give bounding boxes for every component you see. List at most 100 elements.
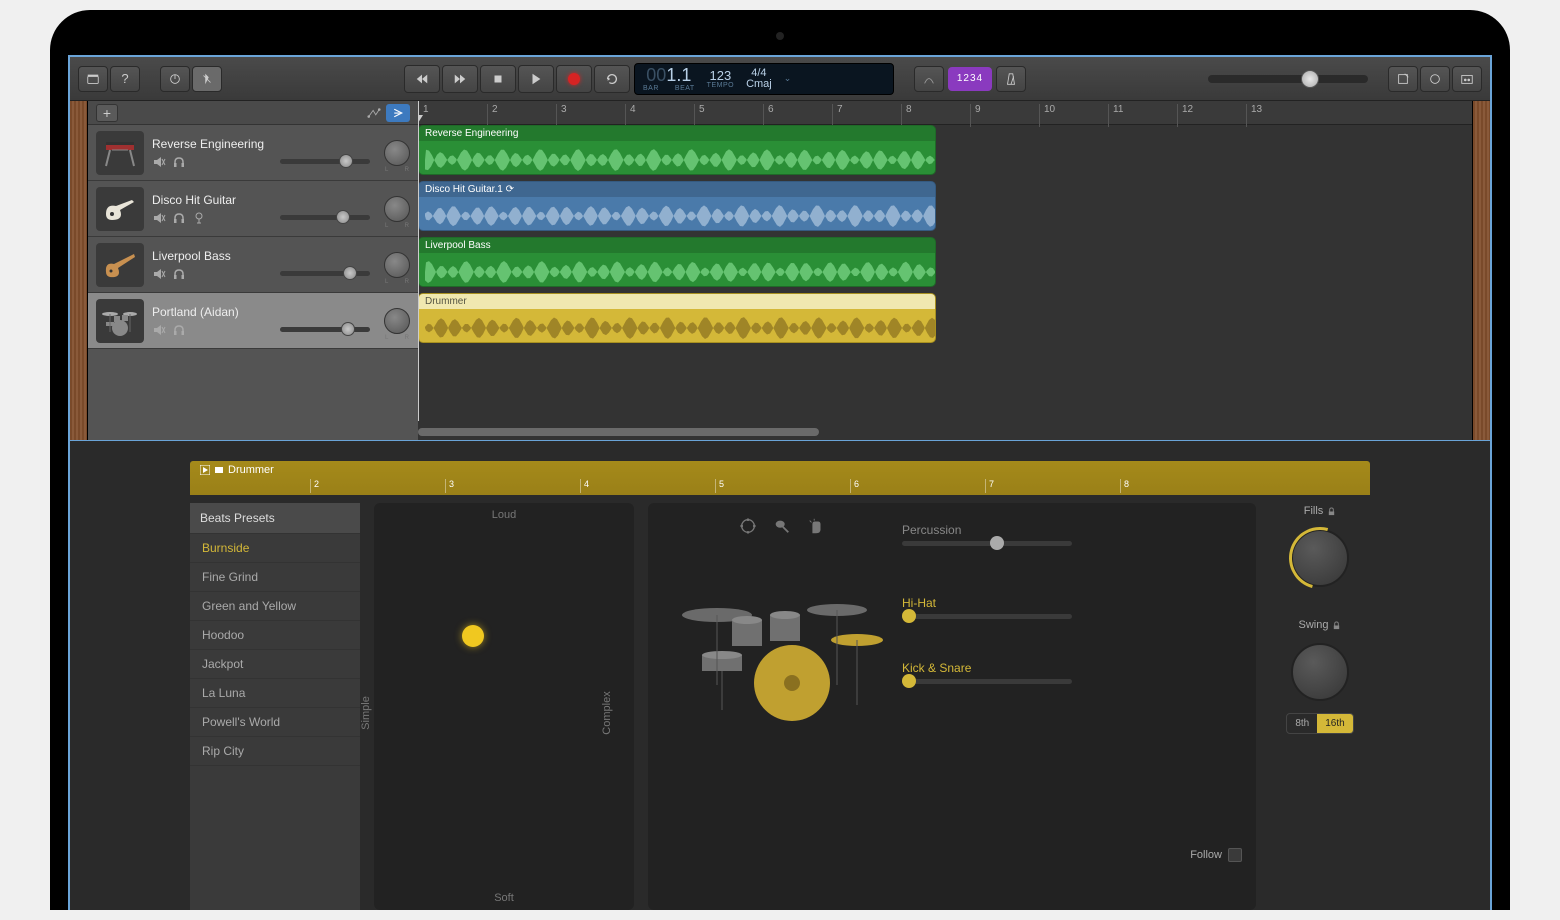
percussion-slider[interactable] [902, 541, 1072, 546]
slider-handle[interactable] [336, 210, 350, 224]
ruler-tick: 7 [832, 104, 843, 127]
track-instrument-icon[interactable] [96, 131, 144, 175]
track-volume-slider[interactable] [280, 215, 370, 220]
swing-resolution-segment[interactable]: 8th 16th [1286, 713, 1353, 734]
track-row[interactable]: Portland (Aidan)LR [88, 293, 418, 349]
ruler-tick: 10 [1039, 104, 1055, 127]
track-instrument-icon[interactable] [96, 243, 144, 287]
track-row[interactable]: Liverpool BassLR [88, 237, 418, 293]
headphones-icon[interactable] [172, 323, 186, 337]
track-instrument-icon[interactable] [96, 299, 144, 343]
drummer-ruler-tick: 4 [580, 479, 589, 493]
kicksnare-slider[interactable] [902, 679, 1072, 684]
ruler-tick: 5 [694, 104, 705, 127]
add-track-button[interactable]: + [96, 104, 118, 122]
media-browser-button[interactable] [1452, 66, 1482, 92]
preset-item[interactable]: Fine Grind [190, 563, 360, 592]
cycle-button[interactable] [594, 65, 630, 93]
record-button[interactable] [556, 65, 592, 93]
swing-knob[interactable] [1291, 643, 1349, 701]
ruler-tick: 3 [556, 104, 567, 127]
fills-knob[interactable] [1291, 529, 1349, 587]
forward-button[interactable] [442, 65, 478, 93]
preset-item[interactable]: Burnside [190, 534, 360, 563]
play-icon [200, 465, 210, 475]
region[interactable]: Liverpool Bass [418, 237, 936, 287]
region[interactable]: Disco Hit Guitar.1 ⟳ [418, 181, 936, 231]
notepad-button[interactable] [1388, 66, 1418, 92]
hihat-slider[interactable] [902, 614, 1072, 619]
slider-handle[interactable] [341, 322, 355, 336]
preset-item[interactable]: Rip City [190, 737, 360, 766]
preset-item[interactable]: La Luna [190, 679, 360, 708]
headphones-icon[interactable] [172, 155, 186, 169]
catch-playhead-icon[interactable] [386, 104, 410, 122]
mute-icon[interactable] [152, 267, 166, 281]
seg-16th[interactable]: 16th [1317, 714, 1352, 733]
handclap-icon[interactable] [807, 517, 825, 535]
seg-8th[interactable]: 8th [1287, 714, 1317, 733]
headphones-icon[interactable] [172, 211, 186, 225]
shaker-icon[interactable] [773, 517, 791, 535]
track-volume-slider[interactable] [280, 159, 370, 164]
headphones-icon[interactable] [172, 267, 186, 281]
library-button[interactable] [78, 66, 108, 92]
time-signature[interactable]: 4/4 [751, 68, 766, 79]
lcd-display[interactable]: 001.1 BARBEAT 123 TEMPO 4/4 Cmaj ⌄ [634, 63, 894, 95]
input-monitor-icon[interactable] [192, 211, 206, 225]
volume-knob[interactable] [1301, 70, 1319, 88]
playhead[interactable] [418, 101, 419, 421]
pan-knob[interactable]: LR [384, 196, 410, 222]
track-volume-slider[interactable] [280, 327, 370, 332]
key-value[interactable]: Cmaj [746, 79, 772, 90]
automation-icon[interactable] [362, 104, 386, 122]
master-volume-slider[interactable] [1208, 75, 1368, 83]
drummer-ruler[interactable]: Drummer 2345678 [190, 461, 1370, 495]
mute-icon[interactable] [152, 211, 166, 225]
horizontal-scrollbar[interactable] [418, 428, 1472, 438]
preset-item[interactable]: Jackpot [190, 650, 360, 679]
region[interactable]: Drummer [418, 293, 936, 343]
track-row[interactable]: Disco Hit GuitarLR [88, 181, 418, 237]
slider-handle[interactable] [343, 266, 357, 280]
tuner-button[interactable] [914, 66, 944, 92]
preset-item[interactable]: Powell's World [190, 708, 360, 737]
pan-knob[interactable]: LR [384, 252, 410, 278]
pan-knob[interactable]: LR [384, 308, 410, 334]
editors-button[interactable] [192, 66, 222, 92]
slider-handle[interactable] [339, 154, 353, 168]
play-button[interactable] [518, 65, 554, 93]
xy-pad[interactable]: Loud Soft Simple Complex [374, 503, 634, 910]
region[interactable]: Reverse Engineering [418, 125, 936, 175]
preset-item[interactable]: Green and Yellow [190, 592, 360, 621]
mute-icon[interactable] [152, 155, 166, 169]
timeline-ruler[interactable]: 12345678910111213 [418, 101, 1472, 125]
xy-puck[interactable] [462, 625, 484, 647]
help-button[interactable]: ? [110, 66, 140, 92]
xy-label-soft: Soft [494, 892, 514, 904]
lcd-menu-chevron-icon[interactable]: ⌄ [784, 73, 792, 84]
tambourine-icon[interactable] [739, 517, 757, 535]
preset-item[interactable]: Hoodoo [190, 621, 360, 650]
pan-knob[interactable]: LR [384, 140, 410, 166]
metronome-button[interactable] [996, 66, 1026, 92]
arrangement-area[interactable]: 12345678910111213 Reverse Engineering Dis… [418, 101, 1472, 440]
drum-kit-illustration[interactable] [662, 517, 902, 896]
slider-handle[interactable] [902, 674, 916, 688]
track-row[interactable]: Reverse EngineeringLR [88, 125, 418, 181]
track-instrument-icon[interactable] [96, 187, 144, 231]
smart-controls-button[interactable] [160, 66, 190, 92]
stop-button[interactable] [480, 65, 516, 93]
scrollbar-thumb[interactable] [418, 428, 819, 436]
track-volume-slider[interactable] [280, 271, 370, 276]
follow-checkbox[interactable] [1228, 848, 1242, 862]
tempo-value[interactable]: 123 [710, 69, 732, 82]
mute-icon[interactable] [152, 323, 166, 337]
count-in-button[interactable]: 1234 [948, 67, 992, 91]
slider-handle[interactable] [902, 609, 916, 623]
drum-kit-area: Percussion Hi-Hat Kick & Snare [648, 503, 1256, 910]
slider-handle[interactable] [990, 536, 1004, 550]
loop-browser-button[interactable] [1420, 66, 1450, 92]
follow-control[interactable]: Follow [1190, 848, 1242, 862]
rewind-button[interactable] [404, 65, 440, 93]
